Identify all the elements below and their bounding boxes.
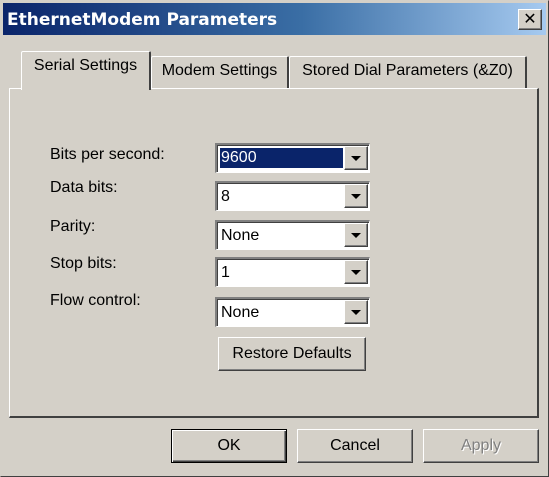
title-bar[interactable]: EthernetModem Parameters ✕ (3, 3, 546, 35)
parity-label: Parity: (50, 218, 96, 235)
data-bits-label: Data bits: (50, 179, 118, 196)
flow-control-select[interactable]: None (215, 297, 370, 327)
restore-defaults-label: Restore Defaults (232, 345, 352, 362)
chevron-down-icon[interactable] (344, 223, 368, 247)
stop-bits-value: 1 (221, 264, 230, 281)
tab-label: Modem Settings (161, 62, 278, 79)
ok-label: OK (217, 437, 241, 454)
apply-button[interactable]: Apply (423, 429, 539, 463)
stop-bits-select[interactable]: 1 (215, 257, 370, 287)
parity-select[interactable]: None (215, 220, 370, 250)
restore-defaults-button[interactable]: Restore Defaults (218, 337, 366, 371)
stop-bits-label: Stop bits: (50, 255, 117, 272)
window-title: EthernetModem Parameters (7, 10, 278, 30)
flow-control-value: None (221, 304, 260, 321)
tab-stored-dial-parameters[interactable]: Stored Dial Parameters (&Z0) (289, 56, 527, 88)
cancel-label: Cancel (330, 437, 380, 454)
parity-value: None (221, 227, 260, 244)
flow-control-label: Flow control: (50, 292, 141, 309)
chevron-down-icon[interactable] (344, 184, 368, 208)
data-bits-value: 8 (221, 188, 230, 205)
chevron-down-icon[interactable] (344, 300, 368, 324)
dialog-window: EthernetModem Parameters ✕ Serial Settin… (0, 0, 549, 477)
bits-per-second-select[interactable]: 9600 (215, 143, 370, 173)
close-button[interactable]: ✕ (518, 9, 542, 30)
close-icon: ✕ (523, 9, 537, 28)
ok-button[interactable]: OK (171, 429, 287, 463)
tab-serial-settings[interactable]: Serial Settings (21, 51, 151, 90)
chevron-down-icon[interactable] (344, 146, 368, 170)
apply-label: Apply (460, 437, 502, 454)
chevron-down-icon[interactable] (344, 260, 368, 284)
tab-panel: Bits per second: 9600 Data bits: 8 Parit… (9, 88, 539, 418)
tab-label: Stored Dial Parameters (&Z0) (302, 62, 513, 79)
data-bits-select[interactable]: 8 (215, 181, 370, 211)
bits-per-second-label: Bits per second: (50, 146, 165, 163)
tab-label: Serial Settings (33, 57, 138, 74)
cancel-button[interactable]: Cancel (297, 429, 413, 463)
tab-modem-settings[interactable]: Modem Settings (151, 56, 289, 88)
bits-per-second-value: 9600 (220, 148, 343, 168)
